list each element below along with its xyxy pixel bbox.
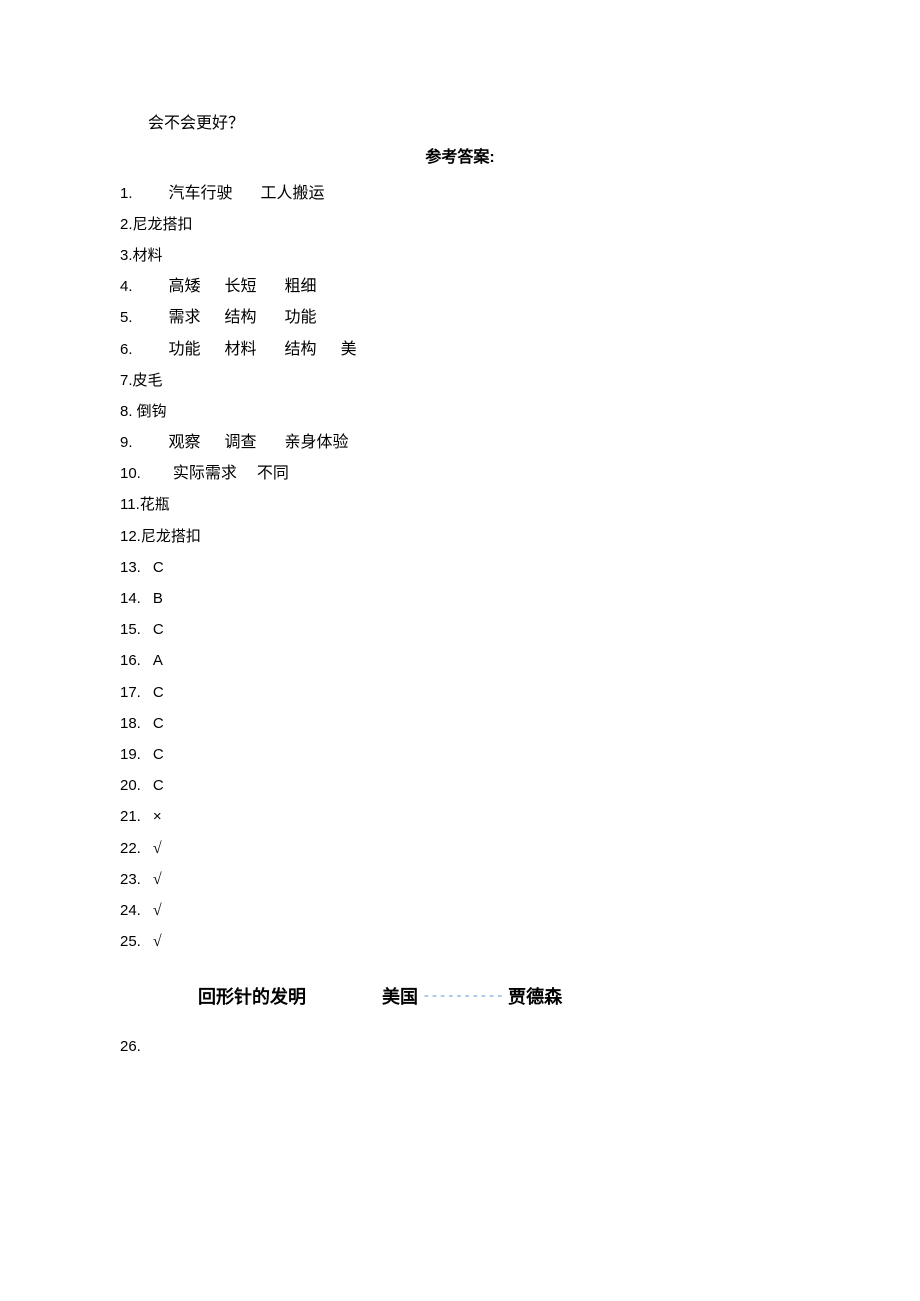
answer-3: 3.材料 <box>120 240 800 271</box>
answer-2: 2.尼龙搭扣 <box>120 209 800 240</box>
answer-part: 材料 <box>225 341 257 358</box>
answer-part: 亲身体验 <box>285 434 349 451</box>
answer-25: 25. √ <box>120 926 800 957</box>
answer-7: 7.皮毛 <box>120 365 800 396</box>
answer-4: 4. 高矮 长短 粗细 <box>120 271 800 302</box>
answer-part: 美 <box>341 341 357 358</box>
answer-val: C <box>153 621 164 638</box>
answer-val: C <box>153 559 164 576</box>
answer-header: 参考答案: <box>120 139 800 177</box>
answer-text: 2.尼龙搭扣 <box>120 216 193 233</box>
answer-26-diagram: 回形针的发明 美国 - - - - - - - - - - 贾德森 <box>120 983 800 1009</box>
answer-part: 结构 <box>285 341 317 358</box>
answer-14: 14. B <box>120 583 800 614</box>
answer-part: 汽车行驶 <box>169 185 233 202</box>
answer-10: 10. 实际需求 不同 <box>120 458 800 489</box>
answer-23: 23. √ <box>120 864 800 895</box>
answer-9: 9. 观察 调查 亲身体验 <box>120 427 800 458</box>
pretext: 会不会更好？ <box>148 115 244 132</box>
answer-val: C <box>153 684 164 701</box>
answer-6: 6. 功能 材料 结构 美 <box>120 334 800 365</box>
answer-part: 功能 <box>285 309 317 326</box>
answer-val: √ <box>153 933 162 950</box>
answer-val: × <box>153 808 162 825</box>
answer-16: 16. A <box>120 645 800 676</box>
answer-part: 粗细 <box>285 278 317 295</box>
answer-26-num: 26. <box>120 1031 800 1062</box>
answer-val: C <box>153 715 164 732</box>
answer-20: 20. C <box>120 770 800 801</box>
answer-num: 10. <box>120 465 141 482</box>
answer-22: 22. √ <box>120 833 800 864</box>
diagram-right: 贾德森 <box>508 983 562 1009</box>
answer-num: 14. <box>120 590 141 607</box>
answer-13: 13. C <box>120 552 800 583</box>
answer-5: 5. 需求 结构 功能 <box>120 302 800 333</box>
answer-num: 16. <box>120 652 141 669</box>
pretext-line: 会不会更好？ <box>120 108 800 139</box>
answer-num: 23. <box>120 871 141 888</box>
answer-19: 19. C <box>120 739 800 770</box>
answer-val: B <box>153 590 163 607</box>
answer-val: C <box>153 777 164 794</box>
answer-24: 24. √ <box>120 895 800 926</box>
answer-part: 长短 <box>225 278 257 295</box>
answer-18: 18. C <box>120 708 800 739</box>
answer-val: √ <box>153 902 162 919</box>
diagram-left: 回形针的发明 <box>120 983 306 1009</box>
answer-15: 15. C <box>120 614 800 645</box>
answer-text: 11.花瓶 <box>120 496 170 513</box>
answer-11: 11.花瓶 <box>120 489 800 520</box>
answer-1: 1. 汽车行驶 工人搬运 <box>120 178 800 209</box>
answer-text: 7.皮毛 <box>120 372 163 389</box>
answer-num: 18. <box>120 715 141 732</box>
answer-12: 12.尼龙搭扣 <box>120 521 800 552</box>
answer-21: 21. × <box>120 801 800 832</box>
answer-num: 22. <box>120 840 141 857</box>
answer-part: 功能 <box>169 341 201 358</box>
answer-num: 4. <box>120 278 133 295</box>
answer-val: √ <box>153 840 162 857</box>
answer-num: 13. <box>120 559 141 576</box>
diagram-mid: 美国 <box>382 983 418 1009</box>
answer-num: 20. <box>120 777 141 794</box>
answer-num: 15. <box>120 621 141 638</box>
answer-8: 8. 倒钩 <box>120 396 800 427</box>
diagram-dashes: - - - - - - - - - - <box>418 988 508 1004</box>
answer-num: 17. <box>120 684 141 701</box>
answer-val: C <box>153 746 164 763</box>
answer-num: 9. <box>120 434 133 451</box>
answer-text: 12.尼龙搭扣 <box>120 528 201 545</box>
answer-val: √ <box>153 871 162 888</box>
answer-num: 21. <box>120 808 141 825</box>
answer-num: 19. <box>120 746 141 763</box>
answer-num: 5. <box>120 309 133 326</box>
answer-part: 高矮 <box>169 278 201 295</box>
answer-num: 24. <box>120 902 141 919</box>
answer-num: 6. <box>120 341 133 358</box>
answer-text: 8. 倒钩 <box>120 403 167 420</box>
answer-num: 25. <box>120 933 141 950</box>
answer-17: 17. C <box>120 677 800 708</box>
answer-num: 1. <box>120 185 133 202</box>
answer-part: 需求 <box>169 309 201 326</box>
answer-part: 工人搬运 <box>261 185 325 202</box>
answer-val: A <box>153 652 163 669</box>
answer-num: 26. <box>120 1038 141 1055</box>
answer-part: 结构 <box>225 309 257 326</box>
answer-part: 实际需求 <box>173 465 237 482</box>
answer-text: 3.材料 <box>120 247 163 264</box>
answer-part: 不同 <box>257 465 289 482</box>
answer-part: 调查 <box>225 434 257 451</box>
answer-part: 观察 <box>169 434 201 451</box>
